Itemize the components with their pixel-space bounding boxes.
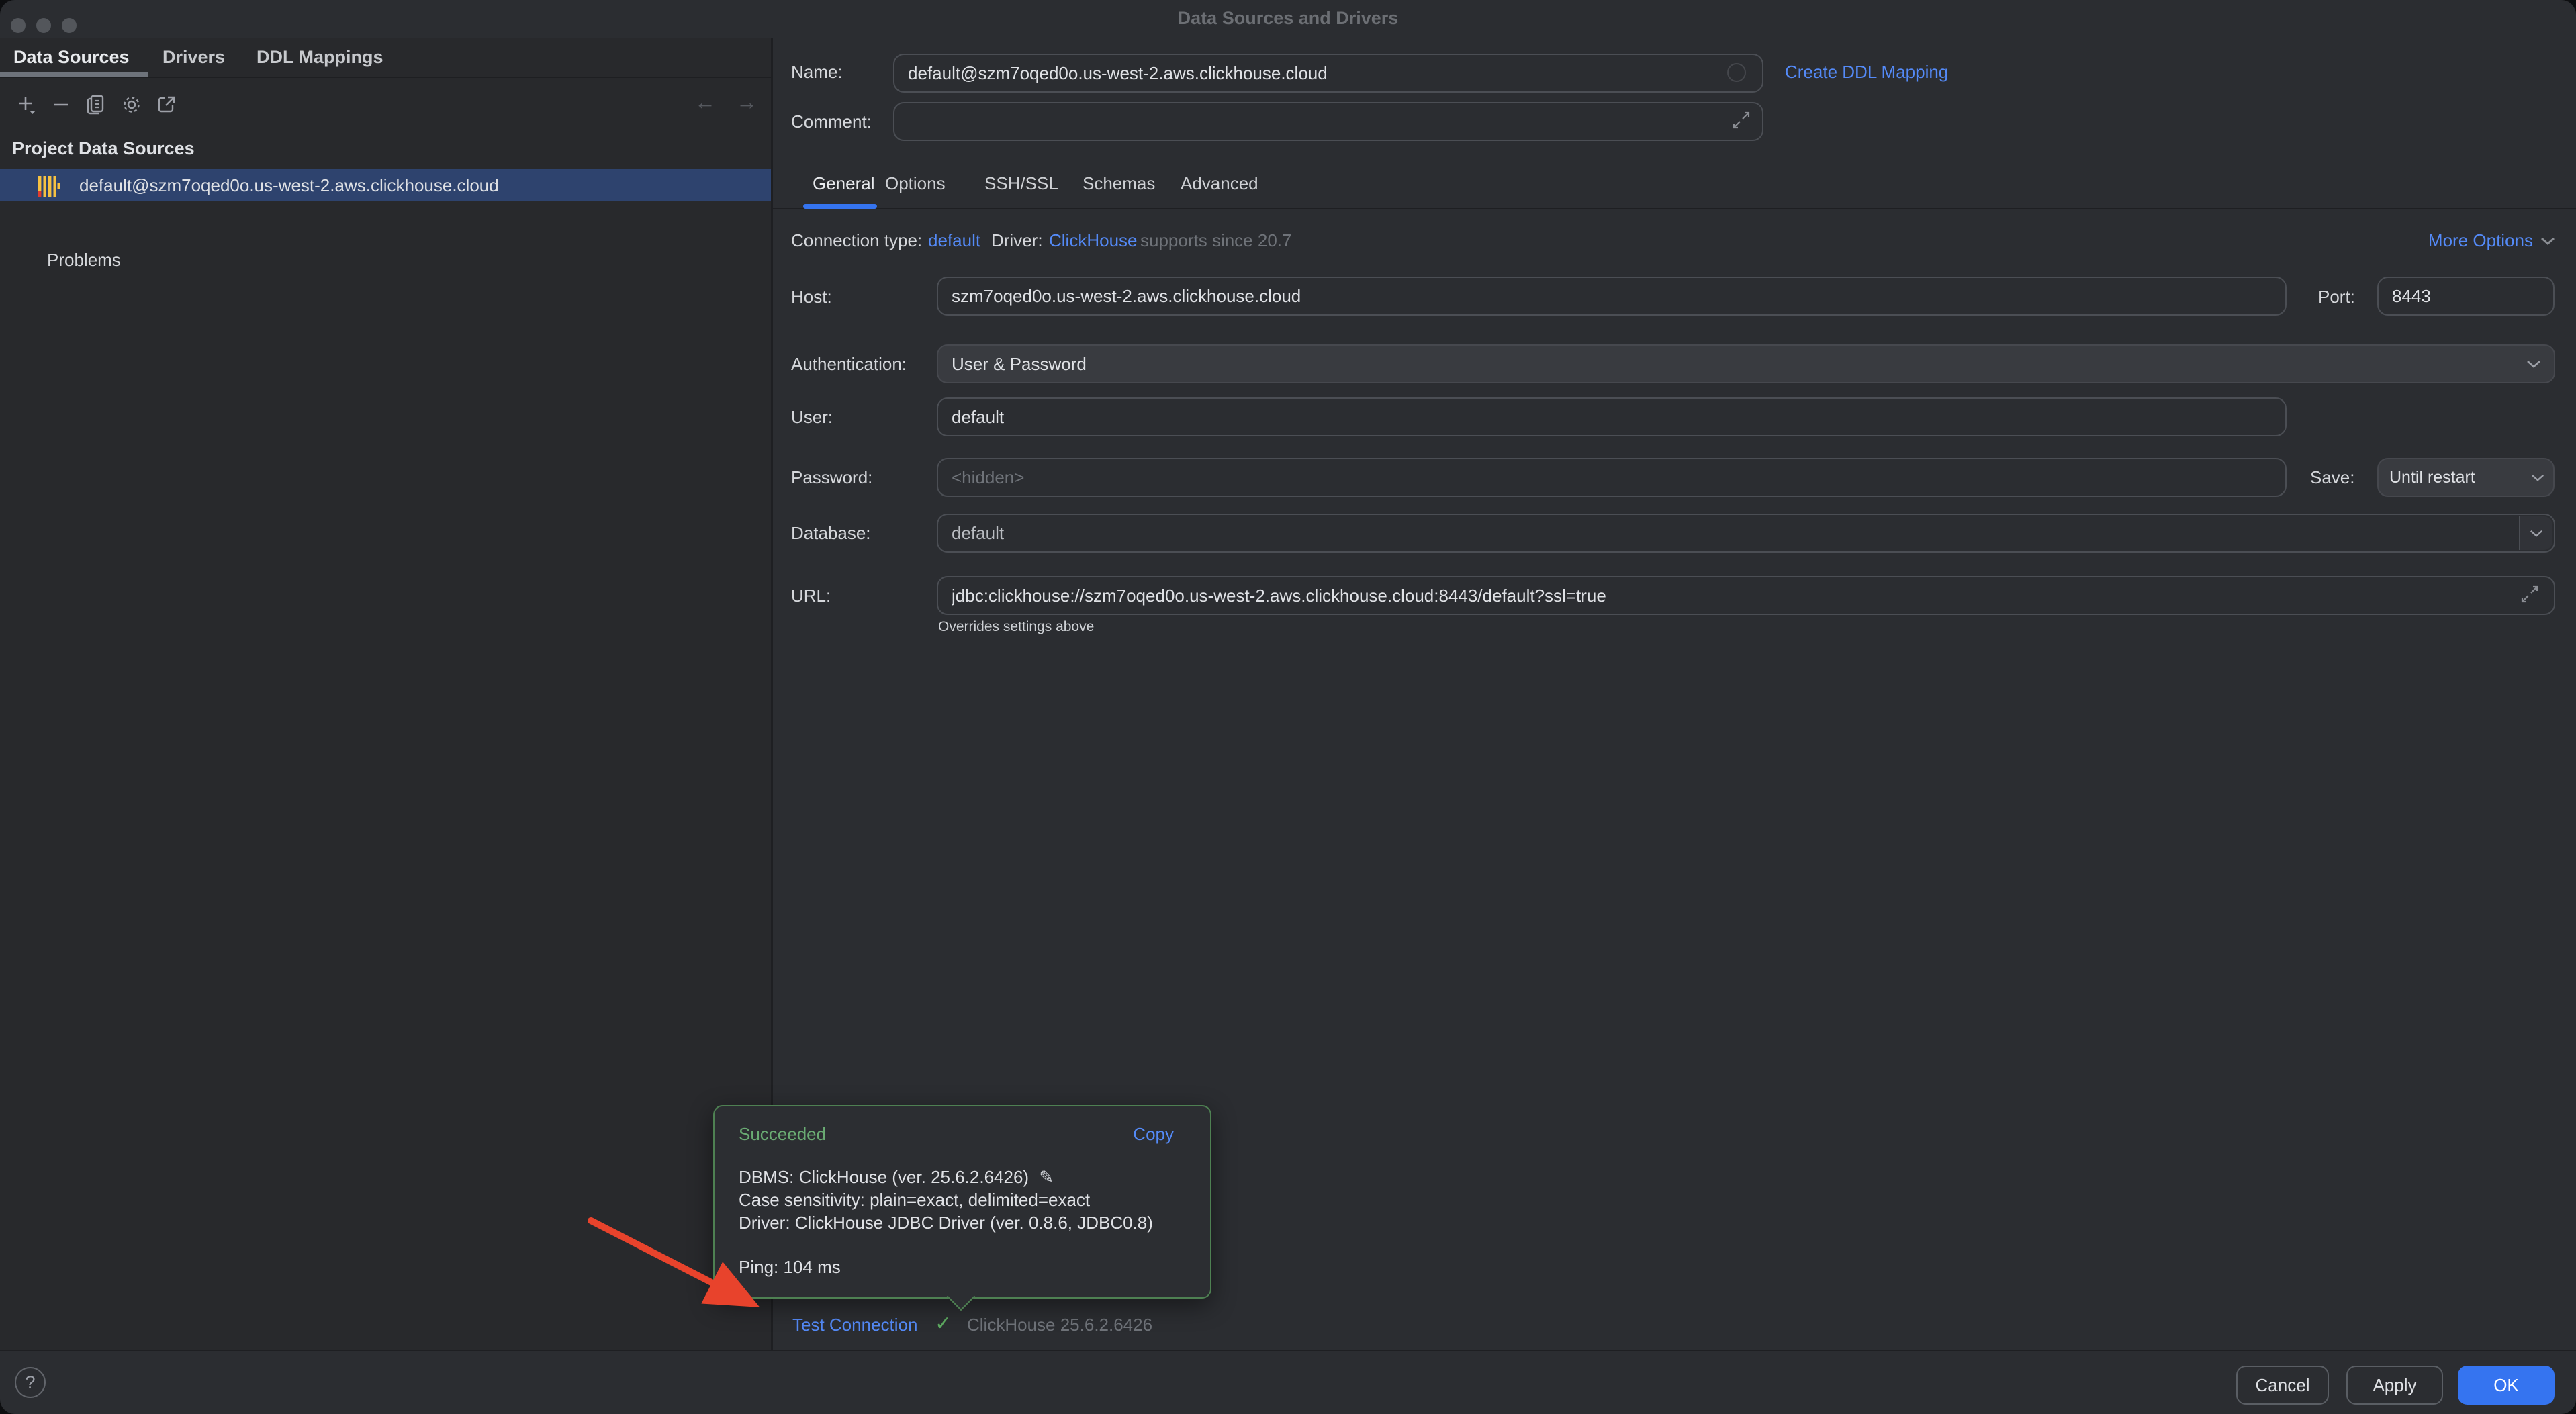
name-input[interactable] bbox=[893, 54, 1763, 93]
test-connection-result-popup: Succeeded Copy DBMS: ClickHouse (ver. 25… bbox=[713, 1105, 1211, 1299]
popup-copy-link[interactable]: Copy bbox=[1133, 1124, 1174, 1145]
database-label: Database: bbox=[791, 523, 871, 544]
database-value: default bbox=[952, 523, 1004, 544]
back-button[interactable]: ← bbox=[694, 90, 716, 115]
tab-ssh-ssl[interactable]: SSH/SSL bbox=[984, 173, 1058, 194]
driver-note: supports since 20.7 bbox=[1140, 230, 1291, 251]
popup-dbms-line: DBMS: ClickHouse (ver. 25.6.2.6426) ✎ bbox=[739, 1166, 1153, 1188]
name-label: Name: bbox=[791, 62, 843, 83]
window-title: Data Sources and Drivers bbox=[0, 8, 2576, 29]
popup-status: Succeeded bbox=[739, 1124, 826, 1145]
url-input[interactable] bbox=[937, 576, 2555, 615]
password-label: Password: bbox=[791, 467, 872, 488]
test-connection-link[interactable]: Test Connection bbox=[792, 1315, 917, 1335]
help-button[interactable]: ? bbox=[15, 1367, 46, 1398]
cancel-button[interactable]: Cancel bbox=[2236, 1366, 2329, 1405]
plus-icon bbox=[15, 93, 39, 117]
data-source-list-item[interactable]: default@szm7oqed0o.us-west-2.aws.clickho… bbox=[0, 169, 771, 201]
chevron-down-icon bbox=[2526, 359, 2542, 369]
question-mark-icon: ? bbox=[25, 1372, 35, 1393]
add-data-source-button[interactable] bbox=[15, 93, 39, 120]
copy-icon bbox=[85, 93, 109, 117]
more-options-label: More Options bbox=[2428, 230, 2533, 251]
forward-button[interactable]: → bbox=[736, 90, 757, 115]
authentication-value: User & Password bbox=[952, 354, 1087, 375]
annotation-arrow bbox=[582, 1213, 783, 1323]
driver-value-link[interactable]: ClickHouse bbox=[1049, 230, 1138, 251]
connection-type-label: Connection type: bbox=[791, 230, 922, 251]
tab-schemas[interactable]: Schemas bbox=[1083, 173, 1155, 194]
comment-expand-icon[interactable] bbox=[1731, 110, 1751, 134]
comment-label: Comment: bbox=[791, 111, 872, 132]
tab-data-sources[interactable]: Data Sources bbox=[13, 47, 130, 68]
left-panel bbox=[0, 38, 771, 1350]
ok-button[interactable]: OK bbox=[2458, 1366, 2555, 1405]
edit-pencil-icon[interactable]: ✎ bbox=[1039, 1167, 1054, 1187]
duplicate-data-source-button[interactable] bbox=[85, 93, 109, 120]
url-note: Overrides settings above bbox=[938, 619, 1094, 635]
save-select[interactable]: Until restart bbox=[2377, 458, 2555, 497]
name-field-indicator-icon bbox=[1727, 63, 1746, 82]
data-source-settings-button[interactable] bbox=[120, 93, 144, 120]
authentication-select[interactable]: User & Password bbox=[937, 344, 2555, 383]
apply-button[interactable]: Apply bbox=[2346, 1366, 2443, 1405]
left-tabs-border bbox=[0, 77, 771, 78]
tab-general-underline bbox=[803, 204, 877, 209]
comment-input[interactable] bbox=[893, 102, 1763, 141]
tab-advanced[interactable]: Advanced bbox=[1181, 173, 1258, 194]
external-link-icon bbox=[154, 93, 179, 117]
form-tabs-border bbox=[773, 208, 2576, 209]
host-input[interactable] bbox=[937, 277, 2287, 316]
more-options-link[interactable]: More Options bbox=[2428, 230, 2556, 251]
port-label: Port: bbox=[2318, 287, 2355, 308]
host-label: Host: bbox=[791, 287, 832, 308]
gear-icon bbox=[120, 93, 144, 117]
chevron-down-icon bbox=[2529, 529, 2544, 538]
url-expand-icon[interactable] bbox=[2520, 584, 2540, 608]
create-ddl-mapping-link[interactable]: Create DDL Mapping bbox=[1785, 62, 1948, 83]
section-title: Project Data Sources bbox=[12, 138, 195, 159]
popup-driver-line: Driver: ClickHouse JDBC Driver (ver. 0.8… bbox=[739, 1211, 1153, 1234]
port-input[interactable] bbox=[2377, 277, 2555, 316]
remove-data-source-button[interactable] bbox=[50, 93, 74, 120]
user-label: User: bbox=[791, 407, 833, 428]
minus-icon bbox=[50, 93, 74, 117]
clickhouse-logo-icon bbox=[36, 174, 60, 201]
database-combobox[interactable]: default bbox=[937, 514, 2555, 553]
driver-label: Driver: bbox=[991, 230, 1043, 251]
tab-data-sources-underline bbox=[0, 72, 148, 77]
popup-dbms-text: DBMS: ClickHouse (ver. 25.6.2.6426) bbox=[739, 1167, 1029, 1187]
tab-ddl-mappings[interactable]: DDL Mappings bbox=[257, 47, 383, 68]
success-check-icon: ✓ bbox=[935, 1312, 952, 1335]
save-value: Until restart bbox=[2389, 468, 2475, 487]
footer-border bbox=[0, 1350, 2576, 1351]
open-in-editor-button[interactable] bbox=[154, 93, 179, 120]
connection-type-value-link[interactable]: default bbox=[928, 230, 980, 251]
url-label: URL: bbox=[791, 585, 831, 606]
save-label: Save: bbox=[2310, 467, 2355, 488]
database-dropdown-button[interactable] bbox=[2519, 516, 2552, 550]
problems-section[interactable]: Problems bbox=[47, 250, 121, 271]
chevron-down-icon bbox=[2540, 236, 2556, 246]
popup-case-line: Case sensitivity: plain=exact, delimited… bbox=[739, 1188, 1153, 1211]
chevron-down-icon bbox=[2530, 473, 2545, 482]
tab-drivers[interactable]: Drivers bbox=[163, 47, 225, 68]
user-input[interactable] bbox=[937, 397, 2287, 436]
password-input[interactable] bbox=[937, 458, 2287, 497]
data-sources-dialog: Data Sources and Drivers Data Sources Dr… bbox=[0, 0, 2576, 1414]
tab-general[interactable]: General bbox=[813, 173, 875, 194]
test-result-text: ClickHouse 25.6.2.6426 bbox=[967, 1315, 1152, 1335]
authentication-label: Authentication: bbox=[791, 354, 907, 375]
tab-options[interactable]: Options bbox=[885, 173, 946, 194]
data-source-name: default@szm7oqed0o.us-west-2.aws.clickho… bbox=[79, 175, 499, 196]
